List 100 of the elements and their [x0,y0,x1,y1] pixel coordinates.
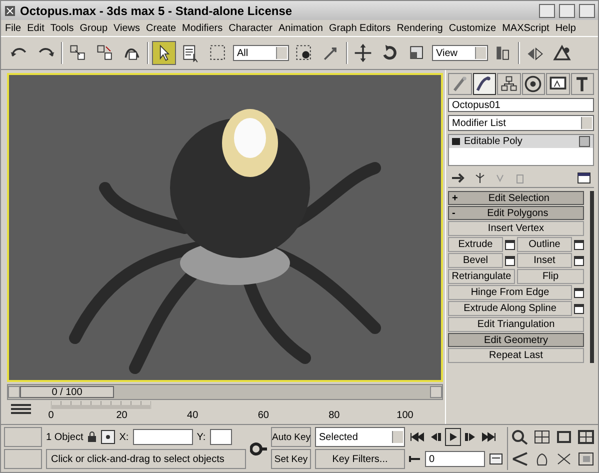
menu-item[interactable]: Modifiers [182,22,223,34]
zoom-all-icon[interactable] [533,429,551,445]
align-icon [552,43,572,63]
motion-tab[interactable] [522,73,545,95]
y-coordinate-field[interactable] [210,429,232,445]
tool-button[interactable]: Insert Vertex [448,221,584,236]
window-icon [294,43,314,63]
maximize-button[interactable] [559,4,575,18]
modifier-list-dropdown[interactable]: Modifier List [448,115,594,131]
go-to-end-icon [482,432,496,442]
go-to-start-icon [410,432,424,442]
maximize-viewport-icon[interactable] [577,451,595,467]
move-icon [353,43,373,63]
tool-button[interactable]: Extrude Along Spline [448,301,572,316]
time-slider-thumb[interactable]: 0 / 100 [20,386,114,398]
y-label: Y: [196,432,206,442]
app-icon [4,4,16,16]
maxscript-listener-field[interactable] [4,427,42,447]
window-title: Octopus.max - 3ds max 5 - Stand-alone License [20,4,294,18]
tool-button[interactable]: Inset [517,253,572,268]
rollout-header[interactable]: Edit Geometry [448,333,584,347]
tool-button[interactable]: Edit Triangulation [448,317,584,332]
tick-label: 20 [116,410,128,421]
menu-item[interactable]: Help [555,22,576,34]
viewport[interactable] [7,73,443,382]
next-frame-icon [465,432,477,442]
display-tab[interactable] [546,73,570,95]
menu-item[interactable]: File [5,22,22,34]
show-result-icon[interactable] [475,172,485,184]
menu-item[interactable]: Views [114,22,140,34]
stack-item-icon [452,138,460,145]
tool-button[interactable]: Outline [517,237,572,252]
menu-item[interactable]: MAXScript [502,22,550,34]
lock-icon[interactable] [87,431,98,443]
key-mode-toggle-icon[interactable] [409,455,421,463]
zoom-extents-icon[interactable] [555,429,573,445]
menu-item[interactable]: Edit [27,22,44,34]
menu-item[interactable]: Character [228,22,273,34]
rollout-header[interactable]: - Edit Polygons [448,206,584,220]
select-tool-button[interactable] [152,41,176,65]
tick-label: 60 [258,410,269,421]
maxscript-output-field[interactable] [4,449,42,469]
modify-tab[interactable] [472,73,496,95]
menu-item[interactable]: Animation [278,22,323,34]
object-name-field[interactable]: Octopus01 [448,98,594,112]
track-bar[interactable]: 0 20 40 60 80 100 [41,400,415,424]
settings-button[interactable] [574,304,584,314]
menu-item[interactable]: Tools [50,22,74,34]
settings-button[interactable] [574,240,584,250]
x-coordinate-field[interactable] [132,429,193,445]
field-of-view-icon[interactable] [511,451,529,467]
tool-button[interactable]: Repeat Last [448,348,584,363]
previous-frame-icon [429,432,441,442]
settings-button[interactable] [505,256,515,266]
tool-button[interactable]: Bevel [448,253,503,268]
tool-button[interactable]: Hinge From Edge [448,285,572,300]
set-key-button[interactable]: Set Key [271,449,311,469]
stack-item[interactable]: Editable Poly [449,135,593,148]
hierarchy-tab[interactable] [497,73,520,95]
rollout-toggle[interactable]: + [452,192,458,204]
link-icon [68,43,88,63]
menu-item[interactable]: Rendering [396,22,443,34]
stack-item-label: Editable Poly [464,136,522,147]
x-label: X: [119,432,129,442]
key-mode-dropdown[interactable]: Selected [315,427,405,447]
absolute-mode-icon[interactable] [101,430,116,444]
settings-button[interactable] [505,240,515,250]
unlink-icon [95,43,115,63]
minimize-button[interactable] [539,4,555,18]
rollout-header[interactable]: + Edit Selection [448,191,584,205]
menu-item[interactable]: Create [146,22,176,34]
tool-button[interactable]: Flip [517,269,584,284]
zoom-icon[interactable] [511,429,529,445]
time-slider[interactable]: 0 / 100 [7,384,443,400]
menu-item[interactable]: Group [80,22,108,34]
zoom-extents-all-icon[interactable] [577,429,595,445]
tool-button[interactable]: Extrude [448,237,503,252]
pin-stack-icon[interactable] [451,172,465,184]
utilities-tab[interactable] [570,73,594,95]
configure-icon[interactable] [577,172,591,184]
play-icon [448,432,458,442]
tick-label: 80 [328,410,340,421]
settings-button[interactable] [574,256,584,266]
region-icon [208,43,228,63]
close-button[interactable] [579,4,595,18]
rollout-toggle[interactable]: - [452,208,456,218]
stack-item-checkbox[interactable] [579,136,590,147]
menu-item[interactable]: Customize [448,22,496,34]
settings-button[interactable] [574,288,584,298]
key-filters-button[interactable]: Key Filters... [315,449,405,469]
play-button[interactable] [445,428,461,446]
current-frame-field[interactable]: 0 [425,451,485,467]
selection-count: 1 Object [46,432,84,442]
auto-key-button[interactable]: Auto Key [271,427,311,447]
time-configuration-icon[interactable] [489,453,503,465]
tool-button[interactable]: Retriangulate [448,269,515,284]
tick-label: 0 [48,410,54,421]
dropdown[interactable]: All [233,45,289,61]
menu-item[interactable]: Graph Editors [328,22,391,34]
dropdown[interactable]: View [432,45,488,61]
